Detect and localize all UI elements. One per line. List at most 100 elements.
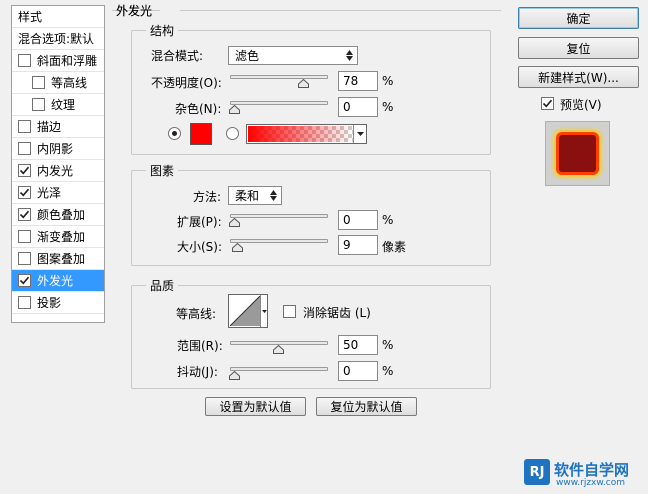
slider-thumb[interactable] (297, 77, 309, 91)
make-default-button[interactable]: 设置为默认值 (205, 397, 306, 416)
jitter-value: 0 (343, 364, 351, 378)
glow-color-swatch[interactable] (190, 123, 212, 145)
spread-value: 0 (343, 213, 351, 227)
style-list-item[interactable]: 投影 (12, 292, 104, 314)
style-list-item-label: 等高线 (51, 76, 88, 90)
size-input[interactable]: 9 (338, 235, 378, 255)
reset-button[interactable]: 复位 (518, 37, 639, 59)
style-list-item[interactable]: 斜面和浮雕 (12, 50, 104, 72)
gradient-radio[interactable] (226, 127, 239, 140)
noise-value: 0 (343, 100, 351, 114)
spread-slider[interactable] (230, 214, 328, 218)
style-checkbox[interactable] (32, 76, 45, 89)
styles-header[interactable]: 样式 (12, 6, 104, 28)
reset-label: 复位 (566, 41, 591, 56)
style-checkbox[interactable] (18, 274, 31, 287)
style-list-item-label: 光泽 (37, 186, 62, 200)
technique-value: 柔和 (235, 189, 260, 203)
size-unit: 像素 (382, 240, 407, 254)
antialias-label: 消除锯齿 (L) (303, 306, 371, 320)
reset-default-label: 复位为默认值 (330, 400, 403, 414)
style-checkbox[interactable] (18, 252, 31, 265)
preview-checkbox[interactable] (541, 97, 554, 110)
size-slider[interactable] (230, 239, 328, 243)
slider-thumb[interactable] (232, 241, 244, 255)
slider-thumb[interactable] (229, 369, 240, 383)
technique-select[interactable]: 柔和 (228, 186, 282, 205)
check-icon (19, 166, 30, 175)
spread-input[interactable]: 0 (338, 210, 378, 230)
style-list-item-label: 渐变叠加 (37, 230, 86, 244)
styles-list: 样式 混合选项:默认 斜面和浮雕等高线纹理 描边内阴影内发光光泽颜色叠加渐变叠加图… (11, 5, 105, 323)
style-list-item[interactable]: 外发光 (12, 270, 104, 292)
new-style-label: 新建样式(W)... (538, 70, 619, 85)
style-list-item-label: 外发光 (37, 274, 74, 288)
structure-title: 结构 (146, 22, 179, 39)
noise-slider[interactable] (230, 101, 328, 105)
blend-mode-label: 混合模式: (151, 49, 204, 63)
style-list-item-label: 内发光 (37, 164, 74, 178)
noise-label: 杂色(N): (175, 102, 222, 116)
slider-thumb[interactable] (229, 103, 240, 117)
check-icon (542, 99, 553, 108)
style-list-item[interactable]: 等高线 (12, 72, 104, 94)
slider-thumb[interactable] (229, 216, 240, 230)
style-list-item[interactable]: 光泽 (12, 182, 104, 204)
style-checkbox[interactable] (18, 54, 31, 67)
style-list-item[interactable]: 图案叠加 (12, 248, 104, 270)
jitter-input[interactable]: 0 (338, 361, 378, 381)
style-list-item-label: 内阴影 (37, 142, 74, 156)
jitter-unit: % (382, 364, 394, 378)
gradient-dropdown-icon[interactable] (353, 125, 366, 143)
ok-button[interactable]: 确定 (518, 7, 639, 29)
jitter-slider[interactable] (230, 367, 328, 371)
style-checkbox[interactable] (18, 120, 31, 133)
style-list-item[interactable]: 渐变叠加 (12, 226, 104, 248)
blend-mode-value: 滤色 (235, 49, 260, 63)
style-checkbox[interactable] (18, 208, 31, 221)
gradient-preview (248, 126, 353, 142)
watermark-url: www.rjzxw.com (556, 478, 625, 488)
watermark-logo: RJ (524, 459, 550, 485)
style-list-item[interactable]: 纹理 (12, 94, 104, 116)
blending-options-item[interactable]: 混合选项:默认 (12, 28, 104, 50)
style-checkbox[interactable] (18, 230, 31, 243)
style-preview-thumbnail (545, 121, 610, 186)
opacity-slider[interactable] (230, 75, 328, 79)
contour-dropdown-icon[interactable] (260, 295, 267, 327)
style-checkbox[interactable] (32, 98, 45, 111)
range-input[interactable]: 50 (338, 335, 378, 355)
noise-input[interactable]: 0 (338, 97, 378, 117)
contour-picker[interactable] (228, 294, 268, 328)
slider-thumb[interactable] (273, 343, 284, 357)
opacity-input[interactable]: 78 (338, 71, 378, 91)
ok-label: 确定 (566, 11, 591, 26)
reset-default-button[interactable]: 复位为默认值 (316, 397, 417, 416)
check-icon (19, 188, 30, 197)
gradient-picker[interactable] (246, 124, 367, 144)
range-unit: % (382, 338, 394, 352)
style-list-item[interactable]: 颜色叠加 (12, 204, 104, 226)
blending-options-label: 混合选项:默认 (18, 32, 95, 46)
solid-color-radio[interactable] (168, 127, 181, 140)
opacity-label: 不透明度(O): (151, 76, 222, 90)
style-list-item-label: 颜色叠加 (37, 208, 86, 222)
style-list-item[interactable]: 内发光 (12, 160, 104, 182)
style-list-item[interactable]: 描边 (12, 116, 104, 138)
blend-mode-select[interactable]: 滤色 (228, 46, 358, 65)
site-watermark: RJ 软件自学网 www.rjzxw.com (524, 459, 642, 491)
elements-title: 图素 (146, 162, 179, 179)
styles-header-label: 样式 (18, 10, 43, 24)
new-style-button[interactable]: 新建样式(W)... (518, 66, 639, 88)
style-checkbox[interactable] (18, 142, 31, 155)
check-icon (19, 276, 30, 285)
contour-linear-icon (230, 296, 260, 326)
antialias-checkbox[interactable] (283, 305, 296, 318)
style-checkbox[interactable] (18, 296, 31, 309)
preview-label: 预览(V) (560, 98, 602, 112)
quality-title: 品质 (146, 277, 179, 294)
style-checkbox[interactable] (18, 164, 31, 177)
contour-label: 等高线: (176, 307, 217, 321)
style-checkbox[interactable] (18, 186, 31, 199)
style-list-item[interactable]: 内阴影 (12, 138, 104, 160)
